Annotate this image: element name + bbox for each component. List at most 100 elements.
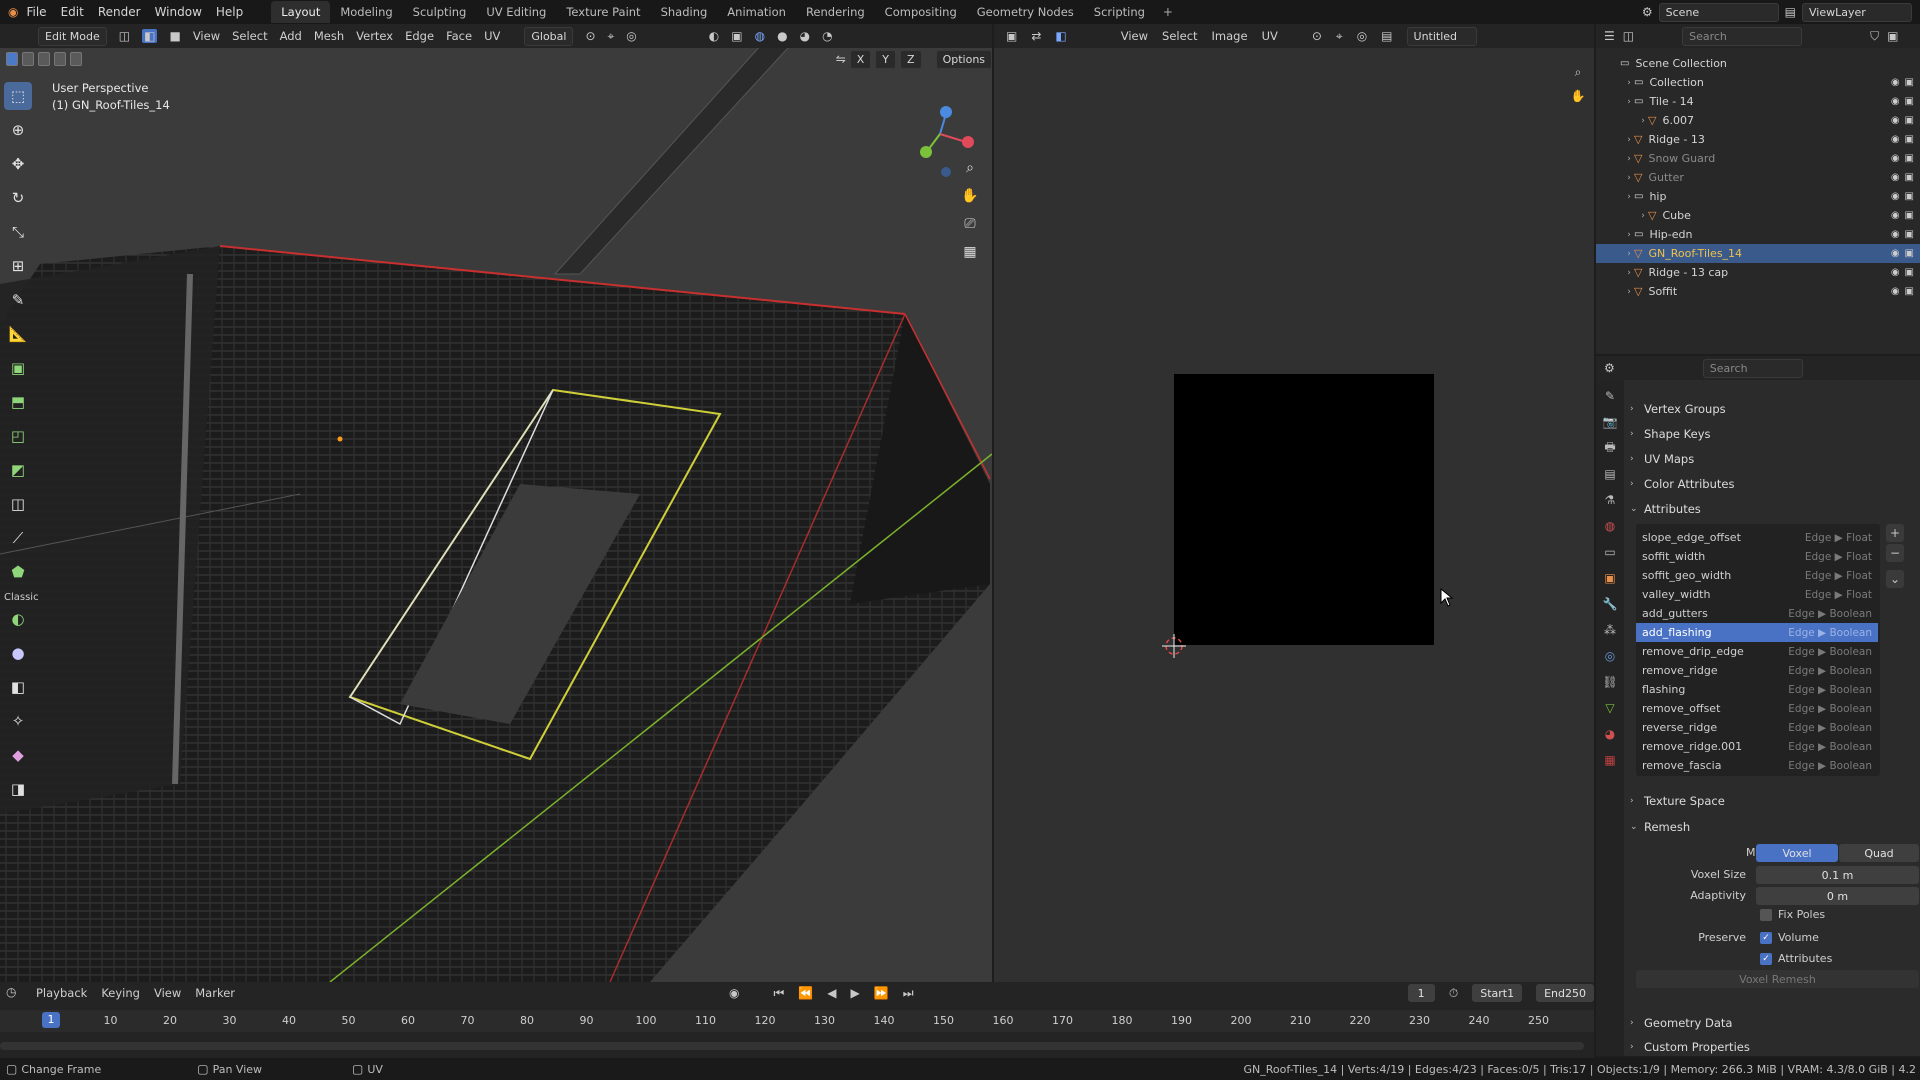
2d-cursor-icon[interactable]	[1160, 632, 1188, 660]
blender-logo-icon[interactable]: ◉	[8, 5, 18, 19]
add-cube-tool-icon[interactable]: ▣	[4, 354, 32, 382]
menu-edit[interactable]: Edit	[61, 5, 84, 19]
section-vertex-groups[interactable]: › Vertex Groups	[1630, 398, 1914, 420]
transform-tool-icon[interactable]: ⊞	[4, 252, 32, 280]
attribute-row[interactable]: slope_edge_offset Edge ▶ Float	[1636, 528, 1878, 547]
spin-tool-icon[interactable]: ◐	[4, 605, 32, 633]
ie-zoom-icon[interactable]: ⌕	[1568, 60, 1588, 84]
uv-image-editor[interactable]: ▣ ⇄ ◧ View Select Image UV ⊙ ⌖ ◎ ▤ Untit…	[994, 24, 1594, 982]
prev-keyframe-icon[interactable]: ⏪	[798, 986, 813, 1000]
3d-viewport[interactable]: Edit Mode ◫ ◧ ■ View Select Add Mesh Ver…	[0, 24, 992, 982]
mirror-y-toggle[interactable]: Y	[875, 49, 897, 69]
render-camera-icon[interactable]: ▣	[1905, 172, 1914, 183]
select-tool-icon[interactable]: ⬚	[4, 82, 32, 110]
select-box-intersect-icon[interactable]	[69, 52, 82, 66]
attribute-row[interactable]: remove_drip_edge Edge ▶ Boolean	[1636, 642, 1878, 661]
expand-arrow-icon[interactable]: ›	[1638, 116, 1648, 126]
gizmo-x-icon[interactable]	[962, 136, 974, 148]
mirror-x-toggle[interactable]: X	[849, 49, 872, 69]
vp-menu-select[interactable]: Select	[232, 29, 267, 43]
section-color-attributes[interactable]: › Color Attributes	[1630, 473, 1914, 495]
attribute-row[interactable]: add_gutters Edge ▶ Boolean	[1636, 604, 1878, 623]
workspace-tab-texture-paint[interactable]: Texture Paint	[556, 1, 650, 23]
tl-menu-marker[interactable]: Marker	[195, 986, 235, 1000]
ie-menu-select[interactable]: Select	[1162, 29, 1197, 43]
expand-arrow-icon[interactable]: ›	[1624, 135, 1634, 145]
ie-menu-image[interactable]: Image	[1212, 29, 1248, 43]
editor-type-icon[interactable]: ▣	[1006, 29, 1017, 43]
timeline-ruler[interactable]: 1 10 20 30 40 50 60 70 80 90 100 110 120 130 140 150 160…	[0, 1010, 1594, 1032]
outliner-item-name[interactable]: GN_Roof-Tiles_14	[1648, 247, 1742, 260]
attribute-row[interactable]: flashing Edge ▶ Boolean	[1636, 680, 1878, 699]
outliner-item-name[interactable]: Cube	[1662, 209, 1690, 222]
render-camera-icon[interactable]: ▣	[1905, 134, 1914, 145]
next-keyframe-icon[interactable]: ⏩	[874, 986, 889, 1000]
render-camera-icon[interactable]: ▣	[1905, 115, 1914, 126]
fix-poles-checkbox[interactable]: Fix Poles	[1760, 908, 1825, 921]
eye-icon[interactable]: ◉	[1891, 267, 1900, 278]
tl-menu-view[interactable]: View	[154, 986, 181, 1000]
new-collection-icon[interactable]: ▣	[1887, 29, 1898, 43]
snap-icon[interactable]: ⌖	[608, 29, 615, 44]
attribute-row[interactable]: remove_fascia Edge ▶ Boolean	[1636, 756, 1878, 775]
workspace-tab-compositing[interactable]: Compositing	[875, 1, 967, 23]
outliner-row[interactable]: › ▽ Gutter ◉ ▣	[1596, 168, 1920, 187]
preview-range-icon[interactable]: ⏱	[1449, 986, 1458, 1001]
shading-rendered-icon[interactable]: ◔	[822, 29, 832, 43]
texture-tab-icon[interactable]: ▦	[1600, 750, 1620, 770]
section-uv-maps[interactable]: › UV Maps	[1630, 448, 1914, 470]
attribute-row[interactable]: soffit_width Edge ▶ Float	[1636, 547, 1878, 566]
world-tab-icon[interactable]: ◍	[1600, 516, 1620, 536]
scene-selector[interactable]: Scene	[1658, 2, 1779, 22]
properties-type-icon[interactable]: ⚙	[1604, 361, 1615, 375]
ie-menu-view[interactable]: View	[1121, 29, 1148, 43]
menu-render[interactable]: Render	[98, 5, 141, 19]
particles-tab-icon[interactable]: ⁂	[1600, 620, 1620, 640]
attribute-row[interactable]: soffit_geo_width Edge ▶ Float	[1636, 566, 1878, 585]
workspace-tab-scripting[interactable]: Scripting	[1084, 1, 1155, 23]
section-geometry-data[interactable]: › Geometry Data	[1630, 1012, 1914, 1034]
current-frame-field[interactable]: 1	[1407, 984, 1435, 1002]
view-layer-tab-icon[interactable]: ▤	[1600, 464, 1620, 484]
outliner-item-name[interactable]: Snow Guard	[1648, 152, 1715, 165]
workspace-tab-modeling[interactable]: Modeling	[330, 1, 402, 23]
expand-arrow-icon[interactable]: ›	[1624, 230, 1634, 240]
expand-arrow-icon[interactable]: ›	[1624, 287, 1634, 297]
expand-arrow-icon[interactable]: ›	[1624, 154, 1634, 164]
image-name-field[interactable]: Untitled	[1406, 26, 1477, 46]
vp-menu-mesh[interactable]: Mesh	[314, 29, 344, 43]
jump-start-icon[interactable]: ⏮	[774, 986, 785, 1001]
loop-cut-tool-icon[interactable]: ◫	[4, 490, 32, 518]
rip-tool-icon[interactable]: ◨	[4, 775, 32, 803]
auto-key-icon[interactable]: ◉	[729, 986, 739, 1000]
jump-end-icon[interactable]: ⏭	[903, 986, 914, 1001]
data-tab-icon[interactable]: ▽	[1600, 698, 1620, 718]
remesh-mode-quad[interactable]: Quad	[1839, 844, 1919, 862]
mirror-z-toggle[interactable]: Z	[900, 49, 922, 69]
preserve-attributes-checkbox[interactable]: ✓ Attributes	[1760, 952, 1832, 965]
object-tab-icon[interactable]: ▣	[1600, 568, 1620, 588]
render-camera-icon[interactable]: ▣	[1905, 191, 1914, 202]
render-camera-icon[interactable]: ▣	[1905, 267, 1914, 278]
play-reverse-icon[interactable]: ◀	[827, 986, 836, 1000]
play-icon[interactable]: ▶	[851, 986, 860, 1000]
expand-arrow-icon[interactable]: ›	[1624, 173, 1634, 183]
tl-menu-keying[interactable]: Keying	[101, 986, 140, 1000]
outliner-item-name[interactable]: Soffit	[1648, 285, 1677, 298]
output-tab-icon[interactable]: 🖶	[1600, 438, 1620, 458]
pivot-icon[interactable]: ⊙	[585, 29, 595, 43]
outliner-item-name[interactable]: 6.007	[1662, 114, 1694, 127]
vp-menu-add[interactable]: Add	[280, 29, 302, 43]
vp-menu-uv[interactable]: UV	[484, 29, 500, 43]
uv-proportional-icon[interactable]: ◎	[1357, 29, 1367, 43]
uv-pivot-icon[interactable]: ⊙	[1312, 29, 1322, 43]
view-layer-selector[interactable]: ViewLayer	[1802, 2, 1912, 22]
workspace-tab-animation[interactable]: Animation	[717, 1, 796, 23]
select-box-subtract-icon[interactable]	[37, 52, 50, 66]
workspace-tab-uv-editing[interactable]: UV Editing	[476, 1, 556, 23]
ie-pan-hand-icon[interactable]: ✋	[1568, 84, 1588, 108]
expand-arrow-icon[interactable]: ›	[1624, 268, 1634, 278]
smooth-tool-icon[interactable]: ●	[4, 639, 32, 667]
workspace-tab-layout[interactable]: Layout	[271, 1, 331, 23]
ortho-toggle-icon[interactable]: ▦	[958, 240, 982, 264]
